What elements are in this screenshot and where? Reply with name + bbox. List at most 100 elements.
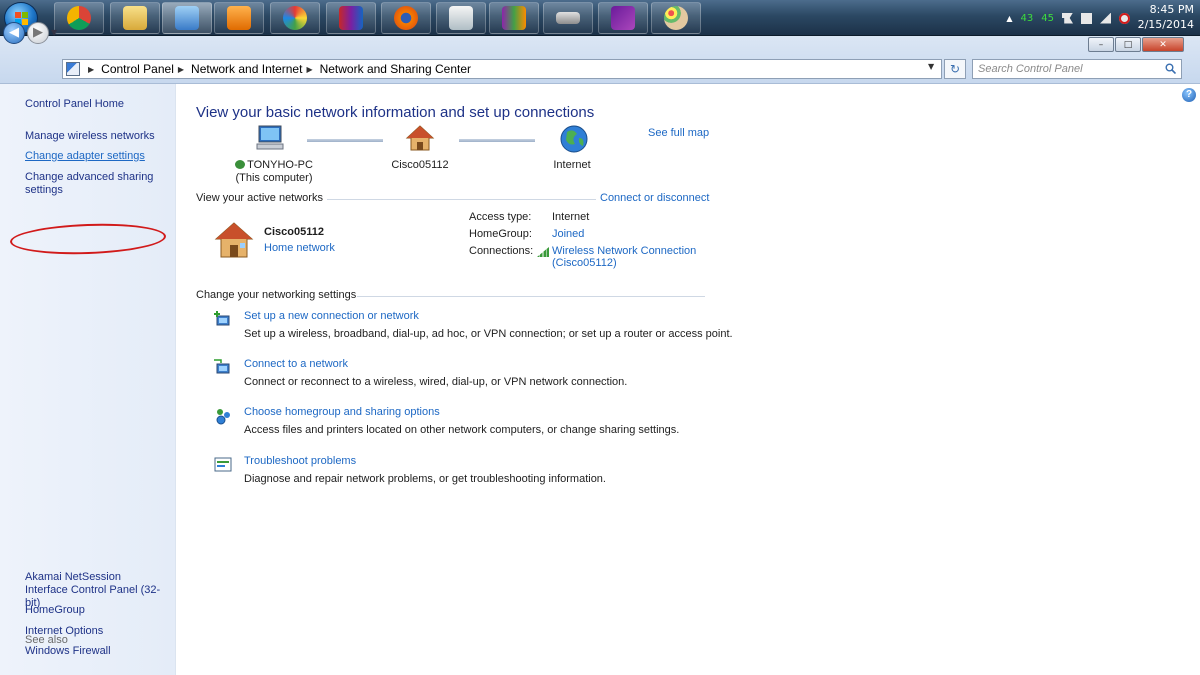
recent-pages-dropdown[interactable]: ▼: [51, 28, 57, 37]
breadcrumb-separator-icon[interactable]: ▶: [306, 65, 312, 74]
nav-control-panel-home[interactable]: Control Panel Home: [25, 98, 124, 111]
computer-name-text: TONYHO-PC: [247, 159, 313, 171]
map-node-internet: Internet: [553, 159, 591, 171]
clock-date: 2/15/2014: [1137, 18, 1194, 31]
home-network-large-icon: [214, 222, 254, 258]
see-also-homegroup[interactable]: HomeGroup: [25, 604, 85, 617]
page-title: View your basic network information and …: [196, 104, 595, 121]
archive-icon: [502, 6, 526, 30]
wireless-connection-link[interactable]: Wireless Network Connection (Cisco05112): [552, 245, 696, 269]
paint-palette-icon: [664, 6, 688, 30]
access-type-label: Access type:: [469, 211, 532, 223]
refresh-button[interactable]: ↻: [944, 59, 966, 79]
media-player-icon: [227, 6, 251, 30]
active-networks-heading: View your active networks: [196, 192, 323, 204]
connect-network-icon: [214, 359, 230, 374]
access-type-value: Internet: [552, 211, 590, 223]
taskbar-chrome[interactable]: [54, 2, 104, 34]
search-icon: [1165, 63, 1176, 74]
search-placeholder: Search Control Panel: [978, 63, 1083, 75]
taskbar-media-player[interactable]: [214, 2, 264, 34]
left-navigation-pane: Control Panel Home Manage wireless netwo…: [0, 84, 176, 675]
map-node-network-name: Cisco05112: [391, 159, 449, 171]
breadcrumb-control-panel[interactable]: Control Panel: [101, 62, 174, 76]
minimize-button[interactable]: –: [1088, 37, 1114, 52]
homegroup-sharing-icon: [216, 409, 230, 425]
clock[interactable]: 8:45 PM 2/15/2014: [1132, 2, 1194, 32]
homegroup-sharing-desc: Access files and printers located on oth…: [244, 424, 680, 436]
troubleshoot-link[interactable]: Troubleshoot problems: [244, 455, 356, 467]
map-connector-line: [459, 139, 535, 142]
change-settings-heading: Change your networking settings: [196, 289, 357, 301]
breadcrumb-network-and-internet[interactable]: Network and Internet: [191, 62, 302, 76]
breadcrumb-network-sharing-center[interactable]: Network and Sharing Center: [320, 62, 471, 76]
address-bar[interactable]: ▶ Control Panel ▶ Network and Internet ▶…: [62, 59, 942, 79]
nav-change-advanced-sharing-settings[interactable]: Change advanced sharing settings: [25, 171, 165, 197]
section-divider: [357, 296, 705, 297]
tray-arrow-icon[interactable]: ▲: [1006, 14, 1012, 23]
homegroup-sharing-link[interactable]: Choose homegroup and sharing options: [244, 406, 440, 418]
see-full-map-link[interactable]: See full map: [648, 127, 709, 139]
power-icon[interactable]: [1081, 12, 1092, 24]
taskbar-visual-studio[interactable]: [598, 2, 648, 34]
search-input[interactable]: Search Control Panel: [972, 59, 1182, 79]
taskbar-firefox[interactable]: [381, 2, 431, 34]
computer-icon[interactable]: [255, 124, 285, 152]
winrar-icon: [339, 6, 363, 30]
main-content: ? View your basic network information an…: [177, 84, 1200, 675]
taskbar-paint[interactable]: [651, 2, 701, 34]
internet-globe-icon[interactable]: [559, 124, 589, 154]
see-also-windows-firewall[interactable]: Windows Firewall: [25, 645, 111, 658]
connect-network-link[interactable]: Connect to a network: [244, 358, 348, 370]
visual-studio-icon: [611, 6, 635, 30]
home-network-link[interactable]: Home network: [264, 242, 335, 254]
tray-counter-2: 45: [1041, 12, 1054, 24]
drive-icon: [556, 12, 580, 24]
breadcrumb-separator-icon[interactable]: ▶: [178, 65, 184, 74]
close-button[interactable]: ✕: [1142, 37, 1184, 52]
notepad-icon: [449, 6, 473, 30]
taskbar-control-panel[interactable]: [162, 2, 212, 34]
homegroup-joined-link[interactable]: Joined: [552, 228, 584, 240]
setup-connection-desc: Set up a wireless, broadband, dial-up, a…: [244, 328, 733, 340]
taskbar-app-10[interactable]: [543, 2, 593, 34]
back-button[interactable]: ◀: [3, 22, 25, 44]
window-controls: – □ ✕: [1088, 37, 1184, 52]
active-network-name: Cisco05112: [264, 226, 324, 238]
taskbar-app-5[interactable]: [270, 2, 320, 34]
computer-sub: (This computer): [235, 172, 313, 184]
system-tray: ▲ 43 45: [1006, 8, 1130, 28]
connect-network-desc: Connect or reconnect to a wireless, wire…: [244, 376, 628, 388]
restore-button[interactable]: □: [1115, 37, 1141, 52]
forward-button[interactable]: ▶: [27, 22, 49, 44]
setup-connection-link[interactable]: Set up a new connection or network: [244, 310, 419, 322]
map-connector-line: [307, 139, 383, 142]
taskbar-app-8[interactable]: [436, 2, 486, 34]
nav-change-adapter-settings[interactable]: Change adapter settings: [25, 150, 145, 163]
chrome-icon: [67, 6, 91, 30]
breadcrumb-separator-icon[interactable]: ▶: [88, 65, 94, 74]
taskbar-app-9[interactable]: [489, 2, 539, 34]
troubleshoot-icon: [214, 457, 232, 472]
help-icon[interactable]: ?: [1182, 88, 1196, 102]
connect-or-disconnect-link[interactable]: Connect or disconnect: [600, 192, 709, 204]
colorful-ball-icon: [283, 6, 307, 30]
nav-manage-wireless-networks[interactable]: Manage wireless networks: [25, 130, 155, 143]
section-divider: [327, 199, 596, 200]
tray-counter-1: 43: [1020, 12, 1034, 24]
home-network-icon[interactable]: [405, 124, 435, 152]
control-panel-icon: [175, 6, 199, 30]
network-signal-icon[interactable]: [1100, 12, 1111, 24]
folder-icon: [123, 6, 147, 30]
network-small-icon: [235, 160, 246, 169]
control-panel-location-icon: [66, 62, 80, 76]
see-also-internet-options[interactable]: Internet Options: [25, 625, 103, 638]
address-dropdown-icon[interactable]: ▼: [928, 62, 934, 71]
volume-muted-icon[interactable]: [1119, 12, 1130, 24]
troubleshoot-desc: Diagnose and repair network problems, or…: [244, 473, 606, 485]
taskbar-explorer[interactable]: [110, 2, 160, 34]
new-connection-icon: [214, 311, 230, 326]
taskbar-app-6[interactable]: [326, 2, 376, 34]
map-node-computer: TONYHO-PC (This computer): [229, 159, 319, 185]
action-center-flag-icon[interactable]: [1062, 12, 1073, 24]
